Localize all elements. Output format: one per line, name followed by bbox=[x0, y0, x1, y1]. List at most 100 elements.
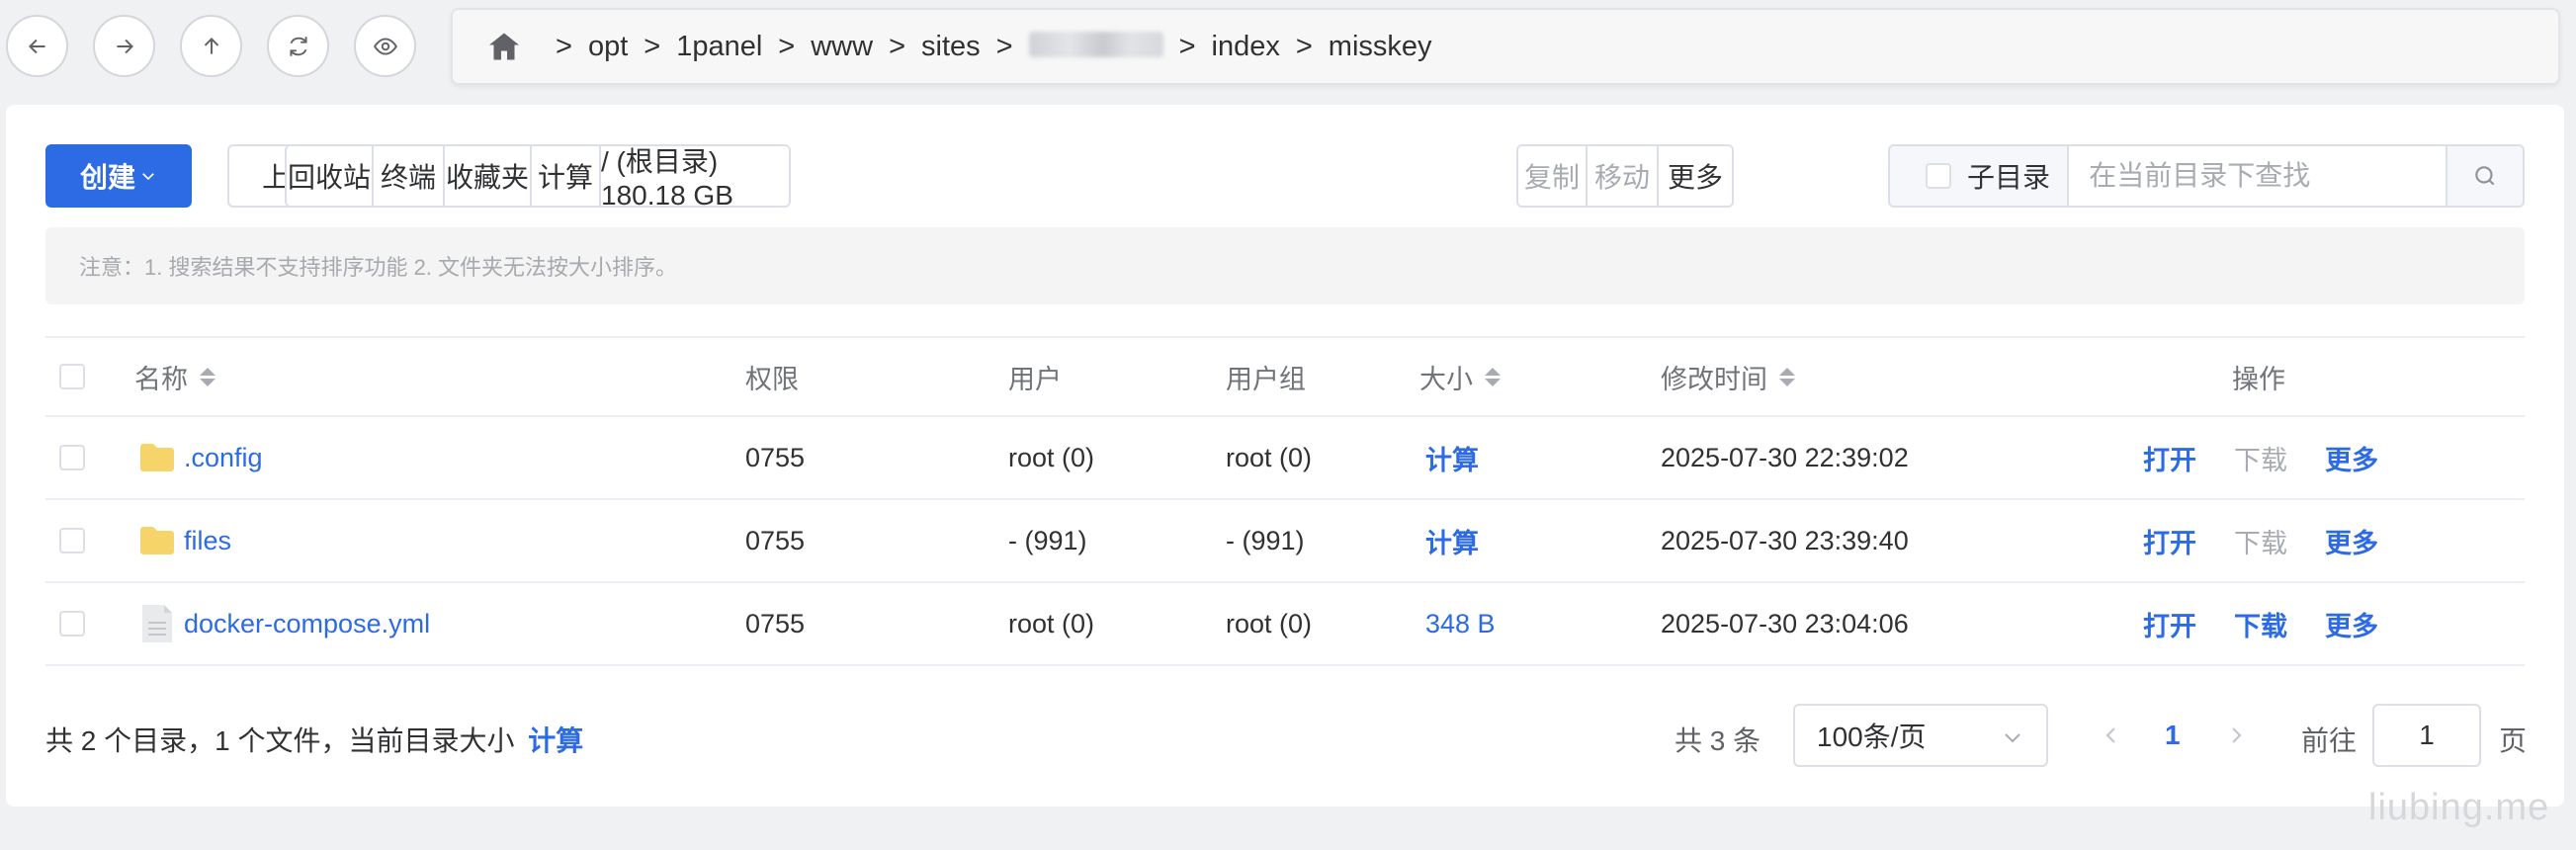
breadcrumb-separator: > bbox=[1295, 30, 1313, 62]
select-all-checkbox[interactable] bbox=[59, 364, 85, 389]
header-group: 用户组 bbox=[1226, 364, 1306, 394]
header-name-label: 名称 bbox=[134, 364, 188, 394]
breadcrumb-item-1panel[interactable]: 1panel bbox=[676, 31, 762, 63]
search-group: 子目录 bbox=[1888, 144, 2525, 208]
download-link[interactable]: 下载 bbox=[2234, 583, 2287, 664]
user-value: - (991) bbox=[1008, 525, 1087, 555]
total-count: 共 3 条 bbox=[1674, 725, 1761, 756]
sort-icon[interactable] bbox=[1779, 367, 1795, 386]
user-value: root (0) bbox=[1008, 442, 1095, 472]
chevron-down-icon bbox=[2005, 733, 2020, 743]
search-button[interactable] bbox=[2446, 146, 2523, 206]
row-checkbox[interactable] bbox=[59, 528, 85, 553]
open-link[interactable]: 打开 bbox=[2143, 500, 2196, 581]
move-button[interactable]: 移动 bbox=[1588, 146, 1659, 206]
create-button[interactable]: 创建 bbox=[45, 144, 192, 208]
breadcrumb-separator: > bbox=[1178, 30, 1196, 62]
table-header: 名称 权限 用户 用户组 大小 修改时间 操作 bbox=[45, 336, 2525, 417]
size-value: 348 B bbox=[1425, 608, 1496, 638]
header-modified-label: 修改时间 bbox=[1661, 364, 1767, 394]
size-calculate-link[interactable]: 计算 bbox=[1425, 417, 1479, 498]
goto-page-input[interactable] bbox=[2372, 704, 2481, 767]
goto-label: 前往 bbox=[2301, 725, 2358, 756]
user-value: root (0) bbox=[1008, 608, 1095, 638]
arrow-right-icon bbox=[116, 39, 133, 53]
forward-button[interactable] bbox=[93, 15, 155, 77]
breadcrumb-separator: > bbox=[778, 30, 796, 62]
tool-button-group: 回收站 终端 收藏夹 计算 / (根目录) 180.18 GB bbox=[285, 144, 791, 208]
eye-icon bbox=[373, 37, 397, 55]
page-size-value: 100条/页 bbox=[1817, 722, 1927, 752]
file-icon bbox=[142, 605, 172, 642]
breadcrumb-separator: > bbox=[556, 30, 572, 62]
header-permission: 权限 bbox=[745, 364, 799, 394]
breadcrumb-item-opt[interactable]: opt bbox=[588, 31, 628, 63]
file-name-link[interactable]: docker-compose.yml bbox=[184, 609, 430, 639]
watermark: liubing.me bbox=[2368, 787, 2550, 828]
page-size-select[interactable]: 100条/页 bbox=[1793, 704, 2048, 767]
recycle-bin-button[interactable]: 回收站 bbox=[287, 146, 374, 206]
download-link[interactable]: 下载 bbox=[2234, 417, 2287, 498]
breadcrumb-item-sites[interactable]: sites bbox=[921, 31, 981, 63]
up-button[interactable] bbox=[180, 15, 242, 77]
breadcrumb-item-redacted[interactable] bbox=[1028, 32, 1163, 57]
summary-text: 共 2 个目录，1 个文件，当前目录大小 bbox=[45, 725, 515, 756]
page-suffix: 页 bbox=[2499, 725, 2528, 756]
notice-banner: 注意：1. 搜索结果不支持排序功能 2. 文件夹无法按大小排序。 bbox=[45, 227, 2525, 304]
more-link[interactable]: 更多 bbox=[2325, 583, 2378, 664]
terminal-button[interactable]: 终端 bbox=[374, 146, 445, 206]
calculate-button[interactable]: 计算 bbox=[532, 146, 601, 206]
download-link[interactable]: 下载 bbox=[2234, 500, 2287, 581]
file-name-link[interactable]: .config bbox=[184, 443, 263, 473]
file-manager-card: 创建 上传/下载 回收站 终端 收藏夹 计算 / (根目录) 180.18 GB… bbox=[6, 105, 2564, 807]
breadcrumb-item-misskey[interactable]: misskey bbox=[1329, 31, 1432, 63]
subdirectory-toggle[interactable]: 子目录 bbox=[1890, 146, 2070, 206]
folder-icon bbox=[140, 527, 174, 554]
sort-icon[interactable] bbox=[200, 367, 215, 386]
home-icon[interactable] bbox=[486, 29, 522, 64]
view-button[interactable] bbox=[354, 15, 416, 77]
size-calculate-link[interactable]: 计算 bbox=[1425, 500, 1479, 581]
permission-value: 0755 bbox=[745, 442, 806, 472]
sort-icon[interactable] bbox=[1485, 367, 1501, 386]
file-table: 名称 权限 用户 用户组 大小 修改时间 操作 .config 0755 roo… bbox=[45, 336, 2525, 666]
directory-summary: 共 2 个目录，1 个文件，当前目录大小 计算 bbox=[45, 720, 583, 759]
file-name-link[interactable]: files bbox=[184, 526, 231, 556]
refresh-button[interactable] bbox=[267, 15, 329, 77]
subdirectory-checkbox[interactable] bbox=[1926, 163, 1951, 189]
breadcrumb-separator: > bbox=[644, 30, 661, 62]
permission-value: 0755 bbox=[745, 525, 806, 555]
row-checkbox[interactable] bbox=[59, 611, 85, 637]
search-input[interactable] bbox=[2069, 146, 2447, 206]
edit-button-group: 复制 移动 更多 bbox=[1516, 144, 1734, 208]
breadcrumb-item-index[interactable]: index bbox=[1212, 31, 1280, 63]
more-link[interactable]: 更多 bbox=[2325, 417, 2378, 498]
create-label: 创建 bbox=[79, 162, 135, 193]
header-actions: 操作 bbox=[2232, 364, 2285, 394]
header-size[interactable]: 大小 bbox=[1419, 338, 1501, 415]
summary-calculate-link[interactable]: 计算 bbox=[528, 725, 583, 756]
breadcrumb-separator: > bbox=[995, 30, 1013, 62]
breadcrumb-item-www[interactable]: www bbox=[811, 31, 873, 63]
row-checkbox[interactable] bbox=[59, 445, 85, 470]
back-button[interactable] bbox=[6, 15, 68, 77]
header-modified[interactable]: 修改时间 bbox=[1661, 338, 1795, 415]
header-size-label: 大小 bbox=[1419, 364, 1473, 394]
page-number-current[interactable]: 1 bbox=[2165, 720, 2181, 751]
folder-icon bbox=[140, 444, 174, 471]
group-value: root (0) bbox=[1226, 442, 1313, 472]
group-value: - (991) bbox=[1226, 525, 1305, 555]
next-page-icon[interactable] bbox=[2224, 720, 2248, 751]
favorites-button[interactable]: 收藏夹 bbox=[445, 146, 532, 206]
header-name[interactable]: 名称 bbox=[134, 338, 215, 415]
open-link[interactable]: 打开 bbox=[2143, 417, 2196, 498]
open-link[interactable]: 打开 bbox=[2143, 583, 2196, 664]
arrow-left-icon bbox=[28, 39, 45, 53]
more-button[interactable]: 更多 bbox=[1659, 146, 1732, 206]
search-icon bbox=[2475, 166, 2495, 186]
chevron-down-icon bbox=[142, 173, 154, 181]
disk-usage-button[interactable]: / (根目录) 180.18 GB bbox=[601, 146, 789, 206]
prev-page-icon[interactable] bbox=[2100, 720, 2123, 751]
more-link[interactable]: 更多 bbox=[2325, 500, 2378, 581]
copy-button[interactable]: 复制 bbox=[1518, 146, 1588, 206]
